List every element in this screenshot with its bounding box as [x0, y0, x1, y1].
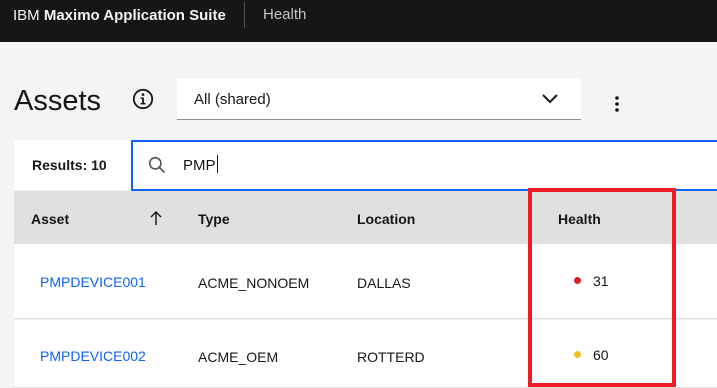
asset-link[interactable]: PMPDEVICE001 — [40, 274, 146, 291]
asset-type: ACME_OEM — [198, 349, 279, 365]
column-header-location[interactable]: Location — [357, 211, 415, 228]
app-header: IBM Maximo Application Suite Health — [0, 0, 717, 42]
text-cursor — [216, 155, 218, 173]
asset-location: ROTTERD — [357, 349, 425, 365]
view-select-value: All (shared) — [194, 91, 271, 108]
health-score: 31 — [593, 273, 609, 289]
arrow-up-icon[interactable] — [149, 210, 163, 226]
column-header-type[interactable]: Type — [198, 211, 230, 228]
search-field[interactable] — [131, 140, 717, 191]
asset-link[interactable]: PMPDEVICE002 — [40, 348, 146, 365]
health-status-dot — [574, 277, 581, 284]
brand-logo[interactable]: IBM Maximo Application Suite — [13, 7, 226, 25]
health-status-dot — [574, 351, 581, 358]
results-label: Results: 10 — [32, 157, 107, 173]
view-select[interactable]: All (shared) — [177, 78, 581, 120]
asset-location: DALLAS — [357, 275, 411, 291]
page-title: Assets — [14, 85, 102, 117]
search-icon — [148, 156, 166, 174]
asset-type: ACME_NONOEM — [198, 275, 310, 291]
column-header-asset[interactable]: Asset — [31, 211, 69, 228]
info-icon[interactable] — [132, 88, 154, 110]
results-count: Results: 10 — [14, 140, 132, 190]
chevron-down-icon[interactable] — [541, 92, 559, 106]
overflow-menu-vertical-icon[interactable] — [607, 93, 627, 115]
health-score: 60 — [593, 347, 609, 363]
header-divider — [244, 2, 245, 28]
search-input-value: PMP — [183, 157, 216, 174]
brand-prefix: IBM — [13, 7, 40, 24]
column-header-health[interactable]: Health — [558, 211, 601, 228]
search-input[interactable]: PMP — [183, 155, 218, 175]
brand-product: Maximo Application Suite — [43, 7, 226, 24]
app-name[interactable]: Health — [263, 6, 306, 24]
